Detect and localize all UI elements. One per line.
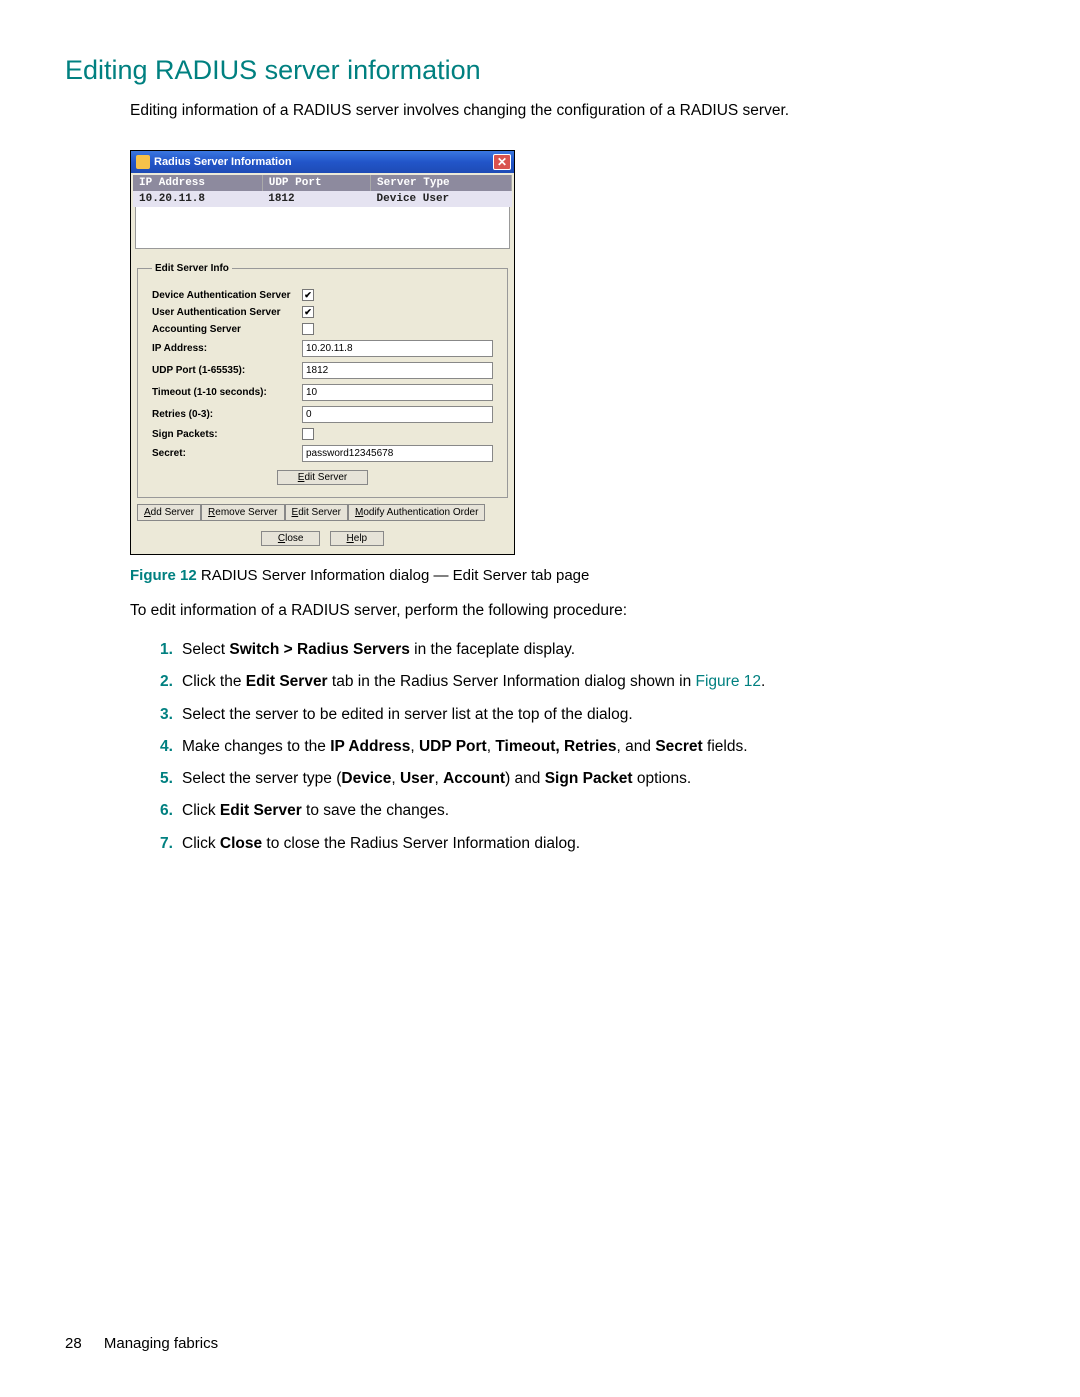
label-retries: Retries (0-3):: [152, 409, 302, 420]
label-accounting: Accounting Server: [152, 324, 302, 335]
label-sign-packets: Sign Packets:: [152, 429, 302, 440]
step-1: Select Switch > Radius Servers in the fa…: [160, 638, 1015, 661]
timeout-field[interactable]: [302, 384, 493, 401]
edit-server-info-group: Edit Server Info Device Authentication S…: [137, 263, 508, 498]
col-type[interactable]: Server Type: [371, 175, 512, 191]
app-icon: [136, 155, 150, 169]
step-3: Select the server to be edited in server…: [160, 703, 1015, 726]
add-server-button[interactable]: Add Server: [137, 504, 201, 521]
step-4: Make changes to the IP Address, UDP Port…: [160, 735, 1015, 758]
radius-dialog: Radius Server Information ✕ IP Address U…: [130, 150, 515, 555]
col-ip[interactable]: IP Address: [133, 175, 262, 191]
table-empty-area: [135, 207, 510, 249]
page-number: 28: [65, 1335, 82, 1352]
dialog-titlebar: Radius Server Information ✕: [131, 151, 514, 173]
checkbox-accounting[interactable]: [302, 323, 314, 335]
step-5: Select the server type (Device, User, Ac…: [160, 767, 1015, 790]
close-icon[interactable]: ✕: [493, 154, 511, 170]
cell-port: 1812: [262, 191, 370, 207]
edit-server-button-inner[interactable]: EEdit Serverdit Server: [277, 470, 368, 485]
label-dev-auth: Device Authentication Server: [152, 290, 302, 301]
udp-port-field[interactable]: [302, 362, 493, 379]
remove-server-button[interactable]: Remove Server: [201, 504, 284, 521]
cell-ip: 10.20.11.8: [133, 191, 262, 207]
modify-auth-order-button[interactable]: Modify Authentication Order: [348, 504, 485, 521]
section-name: Managing fabrics: [104, 1335, 218, 1352]
checkbox-dev-auth[interactable]: ✔: [302, 289, 314, 301]
help-button[interactable]: Help: [330, 531, 385, 546]
checkbox-sign-packets[interactable]: [302, 428, 314, 440]
procedure-intro: To edit information of a RADIUS server, …: [130, 600, 1015, 622]
figure-12-link[interactable]: Figure 12: [696, 673, 761, 690]
figure-caption: Figure 12 RADIUS Server Information dial…: [130, 567, 1015, 584]
label-timeout: Timeout (1-10 seconds):: [152, 387, 302, 398]
dialog-title: Radius Server Information: [154, 156, 292, 168]
label-user-auth: User Authentication Server: [152, 307, 302, 318]
ip-address-field[interactable]: [302, 340, 493, 357]
table-row[interactable]: 10.20.11.8 1812 Device User: [133, 191, 512, 207]
server-list-table: IP Address UDP Port Server Type 10.20.11…: [133, 175, 512, 207]
step-2: Click the Edit Server tab in the Radius …: [160, 670, 1015, 693]
tab-buttons-row: Add Server Remove Server Edit Server Mod…: [137, 504, 508, 521]
secret-field[interactable]: [302, 445, 493, 462]
procedure-steps: Select Switch > Radius Servers in the fa…: [160, 638, 1015, 855]
close-button[interactable]: Close: [261, 531, 321, 546]
edit-server-tab-button[interactable]: Edit Server: [285, 504, 348, 521]
step-6: Click Edit Server to save the changes.: [160, 799, 1015, 822]
page-footer: 28 Managing fabrics: [65, 1335, 218, 1352]
retries-field[interactable]: [302, 406, 493, 423]
fieldset-legend: Edit Server Info: [152, 263, 232, 274]
page-heading: Editing RADIUS server information: [65, 55, 1015, 86]
intro-paragraph: Editing information of a RADIUS server i…: [130, 100, 1015, 122]
label-secret: Secret:: [152, 448, 302, 459]
label-udp-port: UDP Port (1-65535):: [152, 365, 302, 376]
step-7: Click Close to close the Radius Server I…: [160, 832, 1015, 855]
cell-type: Device User: [371, 191, 512, 207]
checkbox-user-auth[interactable]: ✔: [302, 306, 314, 318]
col-udp[interactable]: UDP Port: [262, 175, 370, 191]
figure-label: Figure 12: [130, 567, 197, 584]
label-ip-address: IP Address:: [152, 343, 302, 354]
